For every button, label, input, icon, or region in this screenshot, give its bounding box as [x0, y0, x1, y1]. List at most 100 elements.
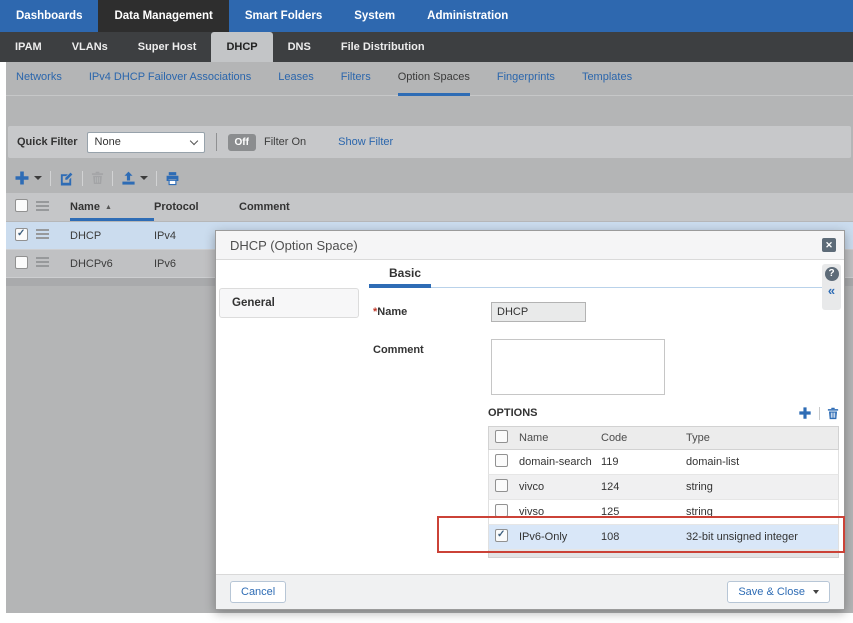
- name-input[interactable]: [491, 302, 586, 322]
- cancel-button-label: Cancel: [241, 586, 275, 598]
- options-header-row: Name Code Type: [488, 426, 839, 450]
- option-checkbox[interactable]: [495, 504, 508, 517]
- delete-button-disabled[interactable]: [91, 171, 104, 185]
- tab-templates[interactable]: Templates: [582, 62, 632, 96]
- cell-name: DHCP: [70, 230, 154, 242]
- print-button[interactable]: [165, 171, 180, 186]
- tab-leases[interactable]: Leases: [278, 62, 313, 96]
- export-button[interactable]: [121, 171, 148, 186]
- cancel-button[interactable]: Cancel: [230, 581, 286, 603]
- tab-ipv4-dhcp-failover-associations[interactable]: IPv4 DHCP Failover Associations: [89, 62, 251, 96]
- column-header-protocol[interactable]: Protocol: [154, 201, 239, 213]
- column-header-comment[interactable]: Comment: [239, 201, 853, 213]
- cell-name: DHCPv6: [70, 258, 154, 270]
- option-row[interactable]: domain-search 119 domain-list: [488, 450, 839, 475]
- filter-toggle-off-badge[interactable]: Off: [228, 134, 256, 151]
- option-checkbox[interactable]: [495, 529, 508, 542]
- plus-icon: [798, 406, 812, 420]
- nav-data-management[interactable]: Data Management: [98, 0, 228, 32]
- trash-icon: [827, 407, 839, 420]
- divider: [82, 171, 83, 186]
- save-and-close-button[interactable]: Save & Close: [727, 581, 830, 603]
- help-icon[interactable]: ?: [825, 267, 839, 281]
- delete-option-button[interactable]: [827, 407, 839, 420]
- nav-ipam[interactable]: IPAM: [0, 32, 57, 62]
- column-header-name[interactable]: Name: [70, 201, 154, 213]
- cell-option-name: IPv6-Only: [517, 531, 601, 543]
- nav-administration[interactable]: Administration: [411, 0, 524, 32]
- quick-filter-label: Quick Filter: [17, 136, 78, 148]
- divider: [156, 171, 157, 186]
- tab-option-spaces[interactable]: Option Spaces: [398, 62, 470, 96]
- options-table-bottom-strip: [488, 550, 839, 558]
- options-section-header: OPTIONS: [488, 402, 839, 424]
- dialog-titlebar: DHCP (Option Space) ✕: [216, 231, 844, 260]
- dialog-content: Basic *Name Comment OPTIONS: [364, 260, 839, 576]
- nav-dhcp[interactable]: DHCP: [211, 32, 272, 62]
- close-icon[interactable]: ✕: [822, 238, 836, 252]
- plus-icon: [14, 170, 30, 186]
- option-row[interactable]: vivso 125 string: [488, 500, 839, 525]
- nav-system[interactable]: System: [338, 0, 411, 32]
- add-menu-caret-icon: [34, 176, 42, 180]
- dialog-footer: Cancel Save & Close: [216, 574, 844, 609]
- column-header-name-label: Name: [70, 201, 100, 213]
- list-toolbar: [14, 165, 180, 191]
- header-menu-icon[interactable]: [36, 201, 49, 211]
- cell-option-type: string: [686, 481, 838, 493]
- row-checkbox[interactable]: [15, 228, 28, 241]
- tab-filters[interactable]: Filters: [341, 62, 371, 96]
- cell-option-name: domain-search: [517, 456, 601, 468]
- sort-ascending-icon: [100, 201, 112, 213]
- options-column-type[interactable]: Type: [686, 432, 838, 444]
- divider: [50, 171, 51, 186]
- nav-file-distribution[interactable]: File Distribution: [326, 32, 440, 62]
- sort-column-underline: [70, 218, 154, 221]
- name-label-text: Name: [377, 306, 407, 318]
- cell-option-type: 32-bit unsigned integer: [686, 531, 838, 543]
- option-row-ipv6-only[interactable]: IPv6-Only 108 32-bit unsigned integer: [488, 525, 839, 550]
- nav-super-host[interactable]: Super Host: [123, 32, 212, 62]
- show-filter-link[interactable]: Show Filter: [338, 136, 393, 148]
- tab-fingerprints[interactable]: Fingerprints: [497, 62, 555, 96]
- nav-dashboards[interactable]: Dashboards: [0, 0, 98, 32]
- nav-vlans[interactable]: VLANs: [57, 32, 123, 62]
- tertiary-nav: Networks IPv4 DHCP Failover Associations…: [6, 62, 853, 96]
- dialog-title: DHCP (Option Space): [230, 238, 358, 253]
- tab-basic[interactable]: Basic: [389, 266, 421, 280]
- edit-button[interactable]: [59, 171, 74, 186]
- tab-networks[interactable]: Networks: [16, 62, 62, 96]
- cell-option-name: vivso: [517, 506, 601, 518]
- collapse-panel-icon[interactable]: «: [828, 284, 835, 297]
- add-option-button[interactable]: [798, 406, 812, 420]
- option-checkbox[interactable]: [495, 454, 508, 467]
- options-column-code[interactable]: Code: [601, 432, 686, 444]
- divider: [819, 407, 820, 420]
- save-menu-caret-icon: [813, 590, 819, 594]
- cell-option-code: 119: [601, 456, 686, 468]
- comment-field-label: Comment: [373, 344, 424, 356]
- comment-textarea[interactable]: [491, 339, 665, 395]
- nav-dns[interactable]: DNS: [273, 32, 326, 62]
- edit-icon: [59, 171, 74, 186]
- tab-underline: [369, 284, 836, 288]
- sidebar-item-general[interactable]: General: [219, 288, 359, 318]
- cell-option-type: domain-list: [686, 456, 838, 468]
- row-menu-icon[interactable]: [36, 229, 49, 239]
- primary-nav: Dashboards Data Management Smart Folders…: [0, 0, 853, 32]
- options-select-all-checkbox[interactable]: [495, 430, 508, 443]
- name-field-label: *Name: [373, 306, 407, 318]
- options-title: OPTIONS: [488, 407, 538, 419]
- quick-filter-dropdown[interactable]: None: [87, 132, 205, 153]
- option-space-dialog: DHCP (Option Space) ✕ ? « General Basic …: [215, 230, 845, 610]
- options-column-name[interactable]: Name: [517, 432, 601, 444]
- option-row[interactable]: vivco 124 string: [488, 475, 839, 500]
- add-button[interactable]: [14, 170, 42, 186]
- row-checkbox[interactable]: [15, 256, 28, 269]
- option-checkbox[interactable]: [495, 479, 508, 492]
- nav-smart-folders[interactable]: Smart Folders: [229, 0, 338, 32]
- select-all-checkbox[interactable]: [15, 199, 28, 212]
- quick-filter-selected-value: None: [95, 136, 121, 148]
- row-menu-icon[interactable]: [36, 257, 49, 267]
- cell-option-code: 125: [601, 506, 686, 518]
